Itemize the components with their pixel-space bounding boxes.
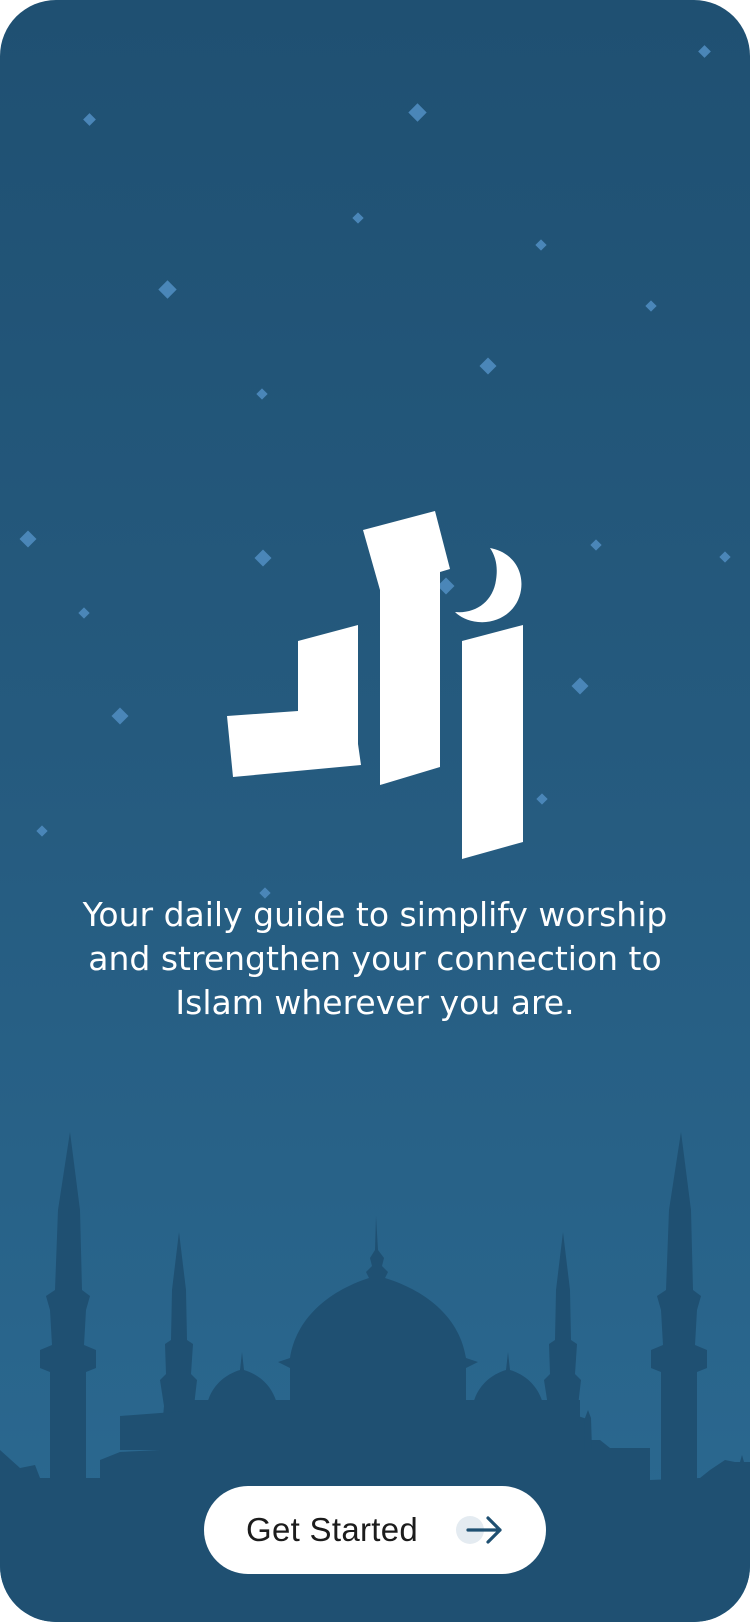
mosque-silhouette <box>0 1132 750 1622</box>
onboarding-screen: Your daily guide to simplify worship and… <box>0 0 750 1622</box>
get-started-label: Get Started <box>246 1511 419 1548</box>
arrow-right-icon <box>456 1516 502 1544</box>
get-started-button[interactable]: Get Started <box>204 1486 546 1574</box>
